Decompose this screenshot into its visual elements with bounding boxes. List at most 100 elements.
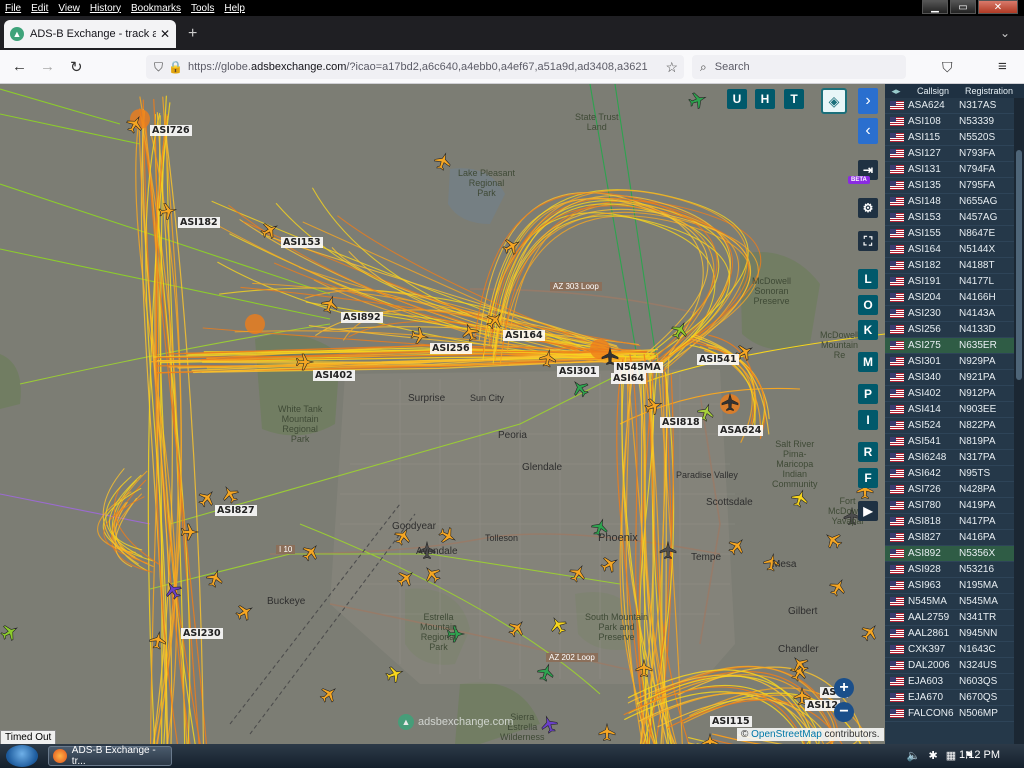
table-row[interactable]: ASI301 N929PA — [885, 354, 1024, 370]
aircraft-icon[interactable] — [298, 540, 323, 565]
maximize-button[interactable]: ▭ — [950, 0, 976, 14]
table-row[interactable]: ASI182 N4188T — [885, 258, 1024, 274]
column-callsign[interactable]: Callsign — [907, 86, 959, 96]
zoom-out-button[interactable]: − — [834, 702, 854, 722]
lock-icon[interactable]: 🔒 — [168, 60, 183, 74]
toggle-f-button[interactable]: F — [858, 468, 878, 488]
toggle-l-button[interactable]: L — [858, 269, 878, 289]
table-row[interactable]: ASI191 N4177L — [885, 274, 1024, 290]
aircraft-label-asi115[interactable]: ASI115 — [710, 716, 752, 727]
table-row[interactable]: ASI131 N794FA — [885, 162, 1024, 178]
toggle-r-button[interactable]: R — [858, 442, 878, 462]
table-row[interactable]: ASI524 N822PA — [885, 418, 1024, 434]
aircraft-label-asi230[interactable]: ASI230 — [181, 628, 223, 639]
toggle-h-button[interactable]: H — [755, 89, 775, 109]
aircraft-label-asi892[interactable]: ASI892 — [341, 312, 383, 323]
aircraft-icon[interactable] — [686, 89, 709, 112]
menu-bookmarks[interactable]: Bookmarks — [126, 3, 186, 14]
table-row[interactable]: ASI256 N4133D — [885, 322, 1024, 338]
aircraft-label-asi153[interactable]: ASI153 — [281, 237, 323, 248]
windows-start-icon[interactable] — [6, 745, 38, 767]
aircraft-icon[interactable] — [316, 682, 341, 707]
aircraft-icon[interactable] — [857, 620, 882, 645]
toggle-i-button[interactable]: I — [858, 410, 878, 430]
menu-history[interactable]: History — [85, 3, 126, 14]
shield-icon[interactable]: ⛉ — [154, 60, 163, 75]
gear-icon[interactable]: ⚙ — [858, 198, 878, 218]
table-row[interactable]: CXK397 N1643C — [885, 642, 1024, 658]
aircraft-label-asi827[interactable]: ASI827 — [215, 505, 257, 516]
table-row[interactable]: ASI827 N416PA — [885, 530, 1024, 546]
play-icon[interactable]: ▶ — [858, 501, 878, 521]
table-row[interactable]: FALCON6 N506MP — [885, 706, 1024, 722]
reload-button[interactable]: ↻ — [70, 58, 83, 76]
aircraft-icon[interactable] — [598, 723, 616, 742]
scrollbar-thumb[interactable] — [1016, 150, 1022, 380]
table-row[interactable]: ASI6248 N317PA — [885, 450, 1024, 466]
aircraft-icon[interactable] — [218, 482, 242, 507]
forward-button[interactable]: → — [40, 58, 55, 75]
toggle-k-button[interactable]: K — [858, 320, 878, 340]
aircraft-label-asi164[interactable]: ASI164 — [503, 330, 545, 341]
menu-view[interactable]: View — [53, 3, 85, 14]
chevron-right-icon[interactable]: › — [858, 88, 878, 114]
tab-close-icon[interactable]: ✕ — [160, 27, 170, 41]
table-row[interactable]: EJA670 N670QS — [885, 690, 1024, 706]
aircraft-label-asi541[interactable]: ASI541 — [697, 354, 739, 365]
aircraft-icon[interactable] — [431, 150, 454, 173]
aircraft-label-n545ma[interactable]: N545MA — [614, 362, 663, 373]
menu-file[interactable]: File — [0, 3, 26, 14]
tab-adsb[interactable]: ▲ ADS-B Exchange - track aircraft ✕ — [4, 20, 176, 48]
layers-icon[interactable]: ◈ — [821, 88, 847, 114]
url-text[interactable]: https://globe.adsbexchange.com/?icao=a17… — [188, 61, 648, 73]
table-row[interactable]: ASI726 N428PA — [885, 482, 1024, 498]
table-row[interactable]: ASI164 N5144X — [885, 242, 1024, 258]
table-row[interactable]: EJA603 N603QS — [885, 674, 1024, 690]
aircraft-icon[interactable] — [0, 620, 22, 644]
table-row[interactable]: ASI780 N419PA — [885, 498, 1024, 514]
toggle-p-button[interactable]: P — [858, 384, 878, 404]
aircraft-label-asa624[interactable]: ASA624 — [718, 425, 764, 436]
network-icon[interactable]: ▦ — [946, 749, 956, 762]
table-row[interactable]: ASI275 N635ER — [885, 338, 1024, 354]
table-row[interactable]: ASI155 N8647E — [885, 226, 1024, 242]
bookmark-star-icon[interactable]: ☆ — [665, 59, 678, 76]
aircraft-label-asi301[interactable]: ASI301 — [557, 366, 599, 377]
table-row[interactable]: AAL2861 N945NN — [885, 626, 1024, 642]
aircraft-label-asi402[interactable]: ASI402 — [313, 370, 355, 381]
column-registration[interactable]: Registration — [959, 86, 1019, 96]
toggle-m-button[interactable]: M — [858, 352, 878, 372]
chevron-down-icon[interactable]: ⌄ — [1000, 26, 1010, 40]
table-row[interactable]: ASI963 N195MA — [885, 578, 1024, 594]
menu-tools[interactable]: Tools — [186, 3, 219, 14]
aircraft-label-asi64[interactable]: ASI64 — [611, 373, 646, 384]
aircraft-icon[interactable] — [232, 600, 257, 624]
table-row[interactable]: ASI108 N53339 — [885, 114, 1024, 130]
table-row[interactable]: ASI230 N4143A — [885, 306, 1024, 322]
menu-help[interactable]: Help — [219, 3, 250, 14]
aircraft-label-asi726[interactable]: ASI726 — [150, 125, 192, 136]
table-row[interactable]: ASI127 N793FA — [885, 146, 1024, 162]
new-tab-button[interactable]: + — [188, 25, 197, 43]
table-row[interactable]: ASI148 N655AG — [885, 194, 1024, 210]
close-window-button[interactable]: ✕ — [978, 0, 1018, 14]
table-row[interactable]: ASI115 N5520S — [885, 130, 1024, 146]
table-row[interactable]: ASI928 N53216 — [885, 562, 1024, 578]
aircraft-icon[interactable] — [701, 733, 719, 744]
table-row[interactable]: ASI135 N795FA — [885, 178, 1024, 194]
zoom-in-button[interactable]: + — [834, 678, 854, 698]
table-row[interactable]: ASI204 N4166H — [885, 290, 1024, 306]
table-row[interactable]: N545MA N545MA — [885, 594, 1024, 610]
filter-icon[interactable]: ⛶ — [858, 231, 878, 251]
clock[interactable]: 1:12 PM — [959, 749, 1000, 761]
table-row[interactable]: DAL2006 N324US — [885, 658, 1024, 674]
table-row[interactable]: ASI402 N912PA — [885, 386, 1024, 402]
osm-link[interactable]: OpenStreetMap — [751, 729, 822, 740]
table-scrollbar[interactable] — [1014, 98, 1024, 744]
back-button[interactable]: ← — [12, 58, 27, 75]
volume-icon[interactable]: 🔈 — [907, 749, 921, 762]
table-row[interactable]: ASI153 N457AG — [885, 210, 1024, 226]
taskbar-firefox-item[interactable]: ADS-B Exchange - tr... — [48, 745, 172, 767]
aircraft-icon[interactable] — [821, 528, 846, 553]
toggle-u-button[interactable]: U — [727, 89, 747, 109]
